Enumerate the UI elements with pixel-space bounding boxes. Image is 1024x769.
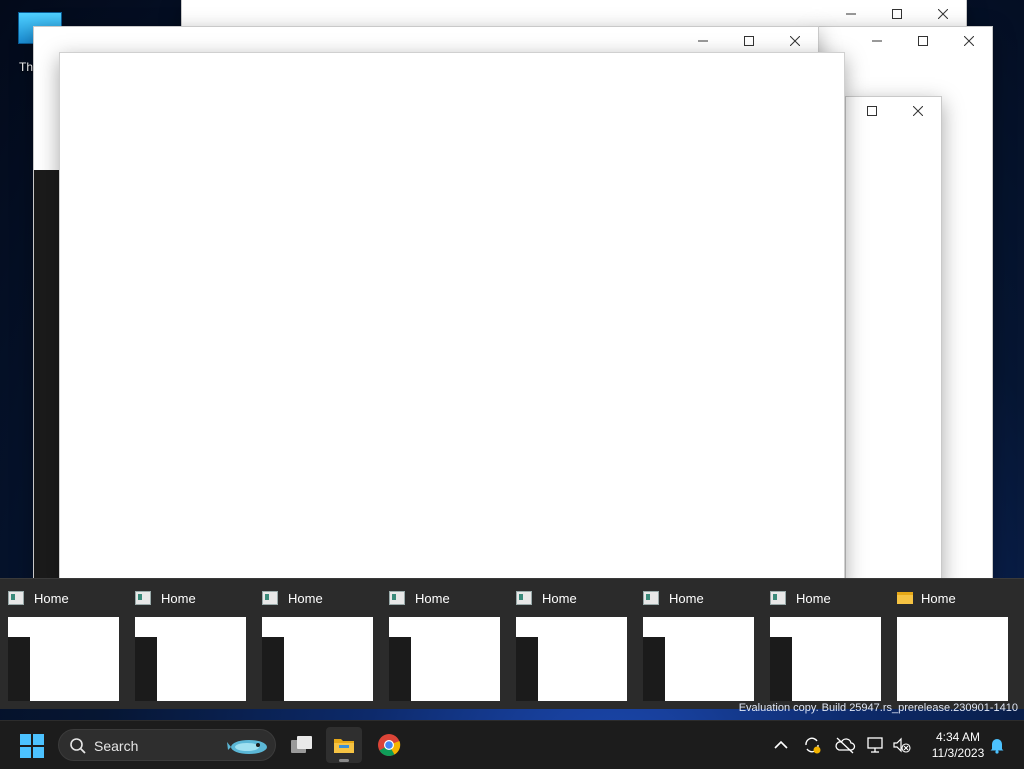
thumbnail-window[interactable]: Home — [635, 579, 755, 709]
onedrive-button[interactable] — [833, 733, 857, 757]
thumbnail-window[interactable]: Home — [889, 579, 1009, 709]
app-window-icon — [8, 591, 24, 605]
maximize-button[interactable] — [900, 27, 946, 55]
thumbnail-title: Home — [669, 590, 704, 606]
search-icon — [70, 738, 86, 754]
thumbnail-preview[interactable] — [770, 617, 881, 701]
search-box[interactable]: Search — [58, 729, 276, 761]
maximize-button[interactable] — [726, 27, 772, 55]
thumbnail-title: Home — [796, 590, 831, 606]
network-icon — [867, 737, 883, 753]
show-hidden-icons-button[interactable] — [769, 733, 793, 757]
thumbnail-window[interactable]: Home — [762, 579, 882, 709]
task-view-icon — [291, 736, 312, 753]
thumbnail-preview[interactable] — [389, 617, 500, 701]
folder-icon — [334, 739, 354, 753]
app-window-icon — [770, 591, 786, 605]
app-window-icon — [262, 591, 278, 605]
app-window-icon — [135, 591, 151, 605]
evaluation-watermark: Evaluation copy. Build 25947.rs_prerelea… — [738, 702, 1018, 714]
thumbnail-window[interactable]: Home — [254, 579, 374, 709]
app-window-icon — [516, 591, 532, 605]
start-button[interactable] — [20, 734, 44, 758]
thumbnail-title: Home — [542, 590, 577, 606]
maximize-button[interactable] — [874, 0, 920, 28]
search-highlight-icon — [227, 740, 267, 754]
task-view-button[interactable] — [284, 727, 320, 763]
file-explorer-button[interactable] — [326, 727, 362, 763]
minimize-button[interactable] — [680, 27, 726, 55]
thumbnail-preview[interactable] — [643, 617, 754, 701]
thumbnail-title: Home — [288, 590, 323, 606]
search-label: Search — [94, 738, 139, 754]
close-button[interactable] — [895, 97, 941, 125]
volume-button[interactable] — [890, 733, 914, 757]
sync-status-button[interactable] — [800, 733, 824, 757]
thumbnail-preview[interactable] — [8, 617, 119, 701]
cloud-offline-icon — [835, 737, 856, 754]
minimize-button[interactable] — [854, 27, 900, 55]
sync-icon — [805, 737, 821, 754]
chrome-button[interactable] — [371, 727, 407, 763]
thumbnail-preview[interactable] — [897, 617, 1008, 701]
app-window-icon — [643, 591, 659, 605]
minimize-button[interactable] — [828, 0, 874, 28]
close-button[interactable] — [946, 27, 992, 55]
thumbnail-preview[interactable] — [516, 617, 627, 701]
bell-icon — [990, 739, 1004, 754]
app-window-icon — [389, 591, 405, 605]
close-button[interactable] — [920, 0, 966, 28]
thumbnail-window[interactable]: Home — [508, 579, 628, 709]
taskbar-thumbnail-flyout: Home Home Home Home Home Home Home Home — [0, 578, 1024, 709]
thumbnail-window[interactable]: Home — [0, 579, 120, 709]
notifications-button[interactable] — [985, 733, 1009, 757]
thumbnail-window[interactable]: Home — [381, 579, 501, 709]
window-content-dark-pane — [34, 170, 60, 587]
folder-icon — [897, 592, 913, 604]
thumbnail-title: Home — [921, 590, 956, 606]
thumbnail-title: Home — [34, 590, 69, 606]
thumbnail-preview[interactable] — [135, 617, 246, 701]
close-button[interactable] — [772, 27, 818, 55]
taskbar: Search 4:34 AM 11/3/2023 — [0, 720, 1024, 769]
thumbnail-title: Home — [415, 590, 450, 606]
network-button[interactable] — [864, 733, 888, 757]
thumbnail-preview[interactable] — [262, 617, 373, 701]
window-back-3[interactable] — [845, 96, 942, 588]
thumbnail-window[interactable]: Home — [127, 579, 247, 709]
window-front-blank[interactable] — [59, 52, 845, 588]
maximize-button[interactable] — [849, 97, 895, 125]
thumbnail-title: Home — [161, 590, 196, 606]
speaker-muted-icon — [893, 737, 911, 753]
chrome-icon — [378, 734, 401, 756]
chevron-up-icon — [774, 740, 788, 749]
